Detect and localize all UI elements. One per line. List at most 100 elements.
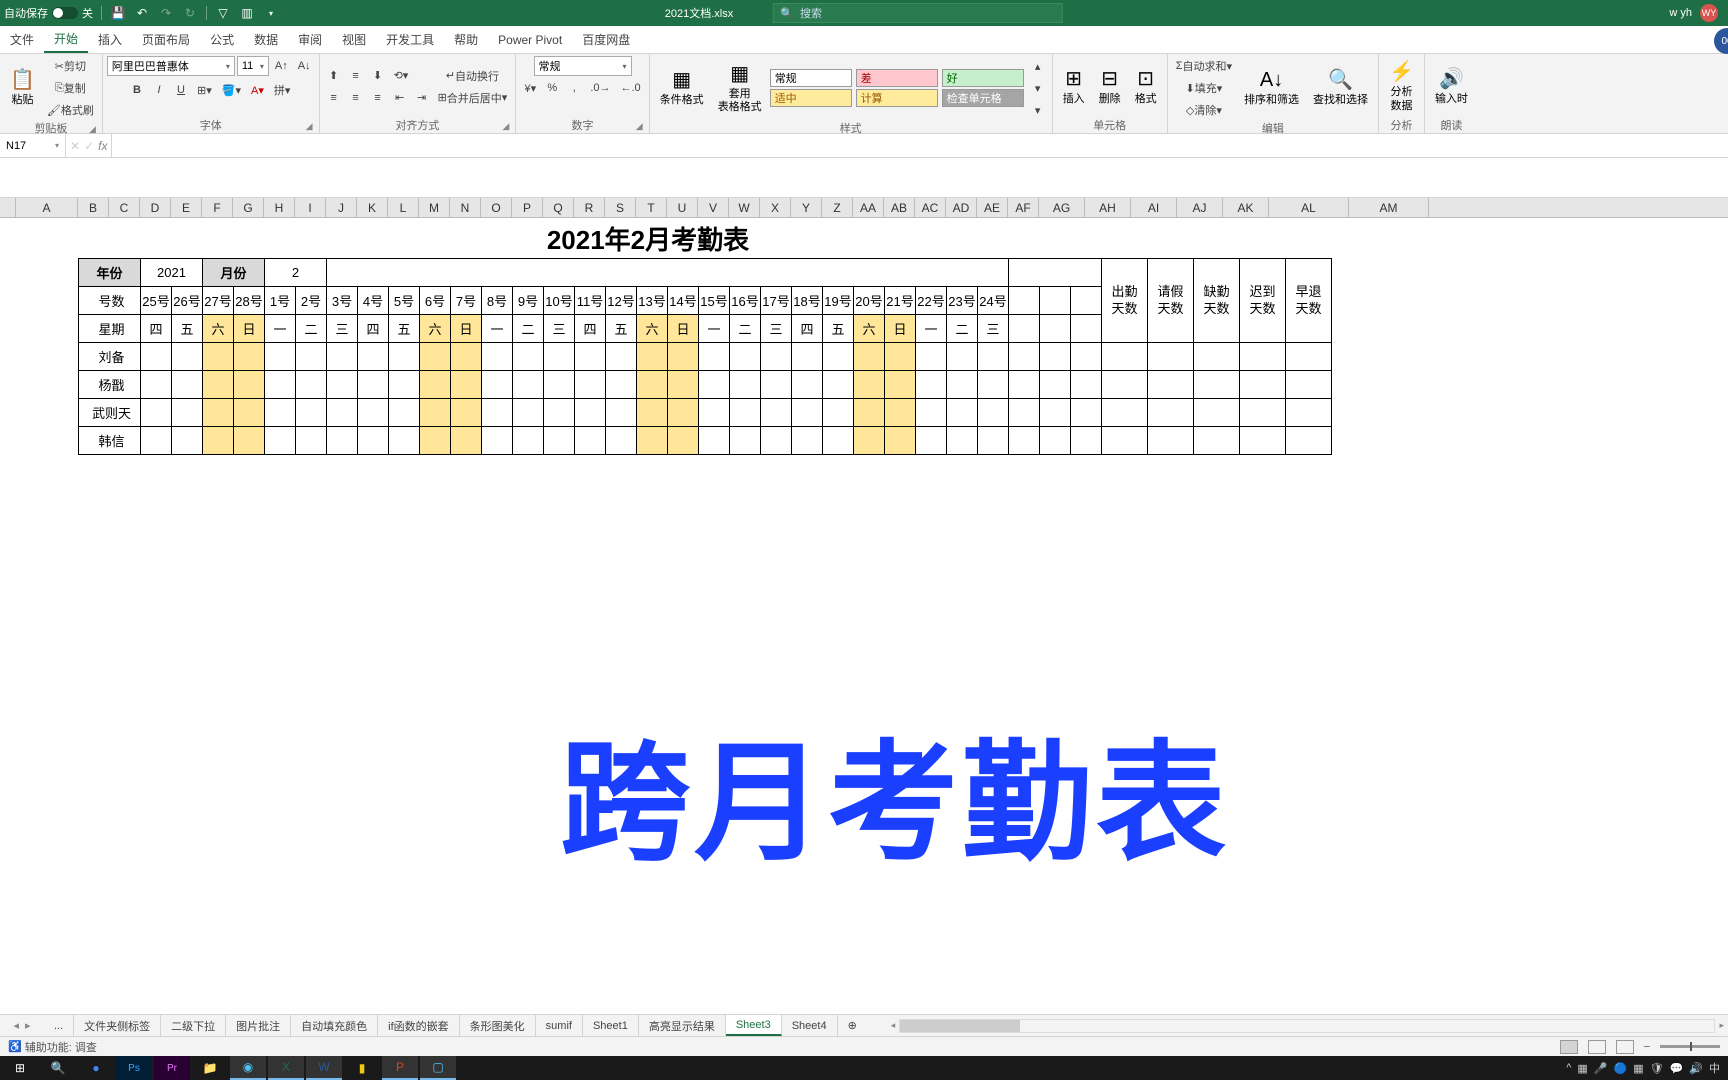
autosave-toggle[interactable]: 自动保存 关 — [4, 5, 93, 21]
attendance-cell[interactable] — [792, 343, 823, 371]
column-header[interactable]: S — [605, 198, 636, 217]
weekday-cell[interactable]: 五 — [172, 315, 203, 343]
premiere-icon[interactable]: Pr — [154, 1056, 190, 1080]
attendance-cell[interactable] — [234, 399, 265, 427]
column-header[interactable]: Y — [791, 198, 822, 217]
decrease-font-icon[interactable]: A↓ — [294, 56, 315, 76]
column-header[interactable]: P — [512, 198, 543, 217]
attendance-cell[interactable] — [544, 371, 575, 399]
add-sheet-button[interactable]: ⊕ — [838, 1015, 867, 1036]
attendance-cell[interactable] — [854, 427, 885, 455]
sheet-tab[interactable]: Sheet3 — [726, 1015, 782, 1036]
tab-开发工具[interactable]: 开发工具 — [376, 26, 444, 53]
summary-cell[interactable] — [1286, 427, 1332, 455]
summary-cell[interactable] — [1148, 371, 1194, 399]
sheet-tab[interactable]: Sheet4 — [782, 1015, 838, 1036]
attendance-cell[interactable] — [761, 371, 792, 399]
powerpoint-icon[interactable]: P — [382, 1056, 418, 1080]
attendance-cell[interactable] — [327, 399, 358, 427]
summary-cell[interactable] — [1102, 371, 1148, 399]
search-button[interactable]: 🔍 — [40, 1056, 76, 1080]
attendance-cell[interactable] — [947, 371, 978, 399]
column-header[interactable]: AI — [1131, 198, 1177, 217]
month-value-cell[interactable]: 2 — [265, 259, 327, 287]
search-input[interactable]: 🔍 搜索 — [773, 3, 1063, 23]
spreadsheet-grid[interactable]: ABCDEFGHIJKLMNOPQRSTUVWXYZAAABACADAEAFAG… — [0, 198, 1728, 1014]
form-icon[interactable]: ▥ — [239, 5, 255, 21]
user-name[interactable]: w yh — [1669, 7, 1692, 19]
tab-文件[interactable]: 文件 — [0, 26, 44, 53]
day-header-cell[interactable]: 27号 — [203, 287, 234, 315]
touch-icon[interactable]: ↻ — [182, 5, 198, 21]
column-header[interactable]: AL — [1269, 198, 1349, 217]
tray-icon[interactable]: 🎤 — [1594, 1062, 1608, 1075]
number-format-select[interactable]: 常规▾ — [534, 56, 632, 76]
attendance-cell[interactable] — [451, 343, 482, 371]
weekday-cell[interactable]: 日 — [234, 315, 265, 343]
day-header-cell[interactable]: 13号 — [637, 287, 668, 315]
attendance-cell[interactable] — [668, 399, 699, 427]
read-aloud-button[interactable]: 🔊输入时 — [1429, 65, 1474, 108]
customize-qat-icon[interactable]: ▾ — [263, 5, 279, 21]
weekday-cell[interactable]: 一 — [482, 315, 513, 343]
weekday-cell[interactable]: 四 — [141, 315, 172, 343]
summary-cell[interactable] — [1240, 399, 1286, 427]
column-header[interactable]: T — [636, 198, 667, 217]
tab-百度网盘[interactable]: 百度网盘 — [572, 26, 640, 53]
zoom-out-icon[interactable]: − — [1644, 1041, 1650, 1053]
analyze-data-button[interactable]: ⚡分析 数据 — [1383, 58, 1420, 114]
column-header[interactable]: AG — [1039, 198, 1085, 217]
weekday-cell[interactable]: 三 — [327, 315, 358, 343]
attendance-cell[interactable] — [823, 427, 854, 455]
column-header[interactable]: AH — [1085, 198, 1131, 217]
merge-button[interactable]: ⊞ 合并后居中 ▾ — [434, 88, 512, 108]
attendance-cell[interactable] — [978, 427, 1009, 455]
column-header[interactable]: A — [16, 198, 78, 217]
attendance-cell[interactable] — [575, 371, 606, 399]
attendance-cell[interactable] — [420, 427, 451, 455]
tab-公式[interactable]: 公式 — [200, 26, 244, 53]
tray-icon[interactable]: ▦ — [1633, 1062, 1643, 1075]
year-label-cell[interactable]: 年份 — [79, 259, 141, 287]
attendance-cell[interactable] — [327, 343, 358, 371]
column-header[interactable]: M — [419, 198, 450, 217]
attendance-cell[interactable] — [761, 343, 792, 371]
weekday-cell[interactable]: 一 — [699, 315, 730, 343]
align-center-icon[interactable]: ≡ — [346, 88, 366, 108]
tray-icon[interactable]: 💬 — [1670, 1062, 1684, 1075]
accessibility-icon[interactable]: ♿ — [8, 1040, 22, 1053]
attendance-cell[interactable] — [823, 343, 854, 371]
weekday-cell[interactable]: 六 — [203, 315, 234, 343]
attendance-cell[interactable] — [544, 343, 575, 371]
column-header[interactable]: AJ — [1177, 198, 1223, 217]
column-header[interactable]: V — [698, 198, 729, 217]
day-header-cell[interactable]: 26号 — [172, 287, 203, 315]
attendance-cell[interactable] — [916, 399, 947, 427]
attendance-cell[interactable] — [606, 343, 637, 371]
attendance-cell[interactable] — [389, 399, 420, 427]
day-header-cell[interactable]: 12号 — [606, 287, 637, 315]
table-format-button[interactable]: ▦套用 表格格式 — [712, 60, 768, 116]
font-name-select[interactable]: 阿里巴巴普惠体▾ — [107, 56, 235, 76]
photoshop-icon[interactable]: Ps — [116, 1056, 152, 1080]
weekday-cell[interactable]: 二 — [513, 315, 544, 343]
column-header[interactable]: AB — [884, 198, 915, 217]
attendance-cell[interactable] — [916, 371, 947, 399]
weekday-cell[interactable]: 六 — [854, 315, 885, 343]
cut-button[interactable]: ✂ 剪切 — [43, 56, 98, 76]
attendance-cell[interactable] — [916, 427, 947, 455]
column-header[interactable]: E — [171, 198, 202, 217]
summary-cell[interactable] — [1286, 371, 1332, 399]
attendance-cell[interactable] — [885, 371, 916, 399]
day-header-cell[interactable]: 15号 — [699, 287, 730, 315]
day-header-cell[interactable]: 28号 — [234, 287, 265, 315]
weekday-cell[interactable]: 五 — [823, 315, 854, 343]
sheet-tab[interactable]: 高亮显示结果 — [639, 1015, 726, 1036]
weekday-cell[interactable]: 四 — [358, 315, 389, 343]
summary-cell[interactable] — [1240, 427, 1286, 455]
tray-up-icon[interactable]: ^ — [1566, 1062, 1571, 1074]
comma-icon[interactable]: , — [564, 78, 584, 98]
weekday-cell[interactable]: 一 — [265, 315, 296, 343]
day-header-cell[interactable]: 16号 — [730, 287, 761, 315]
attendance-cell[interactable] — [637, 427, 668, 455]
